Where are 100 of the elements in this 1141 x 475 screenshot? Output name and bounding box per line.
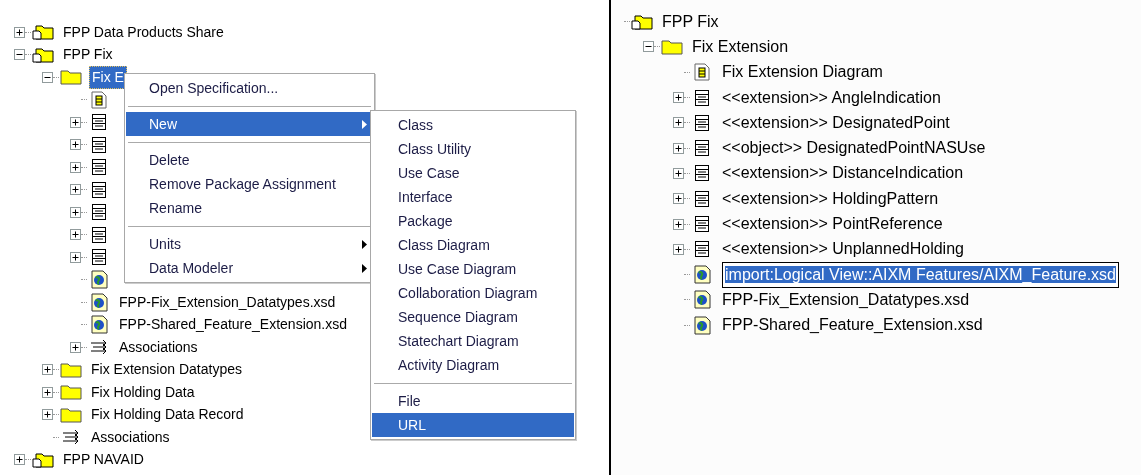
rename-field[interactable]: import:Logical View::AIXM Features/AIXM_Feature.xsd [722, 261, 1119, 288]
menu-item[interactable]: Units [126, 232, 373, 256]
expand-icon[interactable] [70, 341, 81, 353]
tree-item[interactable]: Fix Holding Data [89, 381, 197, 403]
class-icon [694, 88, 710, 107]
tree-item[interactable]: Fix Extension [690, 34, 791, 59]
menu-item[interactable]: Use Case Diagram [372, 257, 574, 281]
class-icon [91, 180, 107, 199]
globe-document-icon [90, 292, 108, 312]
tree-item[interactable]: <<extension>> PointReference [720, 212, 945, 236]
tree-item[interactable]: FPP-Fix_Extension_Datatypes.xsd [720, 287, 972, 312]
expand-icon[interactable] [70, 139, 81, 151]
arrows-icon [89, 339, 109, 356]
tree-item[interactable]: FPP Fix [660, 9, 721, 34]
folder-icon [661, 38, 683, 55]
package-folder-icon [32, 24, 54, 41]
expand-icon[interactable] [14, 454, 25, 466]
diagram-icon [91, 90, 107, 109]
expand-icon[interactable] [673, 243, 684, 255]
globe-document-icon [90, 315, 108, 335]
tree-item[interactable]: FPP-Fix_Extension_Datatypes.xsd [117, 291, 338, 313]
menu-item[interactable]: Statechart Diagram [372, 329, 574, 353]
menu-item[interactable]: Data Modeler [126, 256, 373, 280]
class-icon [694, 240, 710, 259]
tree-item[interactable]: FPP Fix [61, 44, 115, 66]
menu-item[interactable]: Activity Diagram [372, 353, 574, 377]
package-folder-icon [32, 451, 54, 468]
class-icon [694, 139, 710, 158]
folder-icon [60, 406, 82, 423]
expand-icon[interactable] [673, 193, 684, 205]
expand-icon[interactable] [673, 92, 684, 104]
globe-document-icon [90, 270, 108, 290]
expand-icon[interactable] [42, 409, 53, 421]
package-folder-icon [631, 13, 653, 30]
menu-item[interactable]: Use Case [372, 161, 574, 185]
class-icon [91, 225, 107, 244]
expand-icon[interactable] [70, 116, 81, 128]
expand-icon[interactable] [70, 251, 81, 263]
tree-item[interactable]: <<extension>> HoldingPattern [720, 186, 941, 211]
expand-icon[interactable] [673, 218, 684, 230]
expand-icon[interactable] [70, 206, 81, 218]
expand-icon[interactable] [70, 161, 81, 173]
menu-item[interactable]: Package [372, 209, 574, 233]
menu-item[interactable]: URL [372, 413, 574, 437]
tree-item[interactable]: FPP-Shared_Feature_Extension.xsd [117, 314, 349, 336]
globe-document-icon [693, 290, 711, 310]
arrows-icon [61, 429, 81, 446]
tree-item[interactable]: Fix E [89, 65, 127, 89]
class-icon [694, 189, 710, 208]
expand-icon[interactable] [70, 229, 81, 241]
menu-item[interactable]: Class [372, 113, 574, 137]
menu-item[interactable]: Rename [126, 196, 373, 220]
menu-item[interactable]: Remove Package Assignment [126, 172, 373, 196]
tree-item[interactable]: Associations [117, 336, 200, 358]
folder-icon [60, 384, 82, 401]
collapse-icon[interactable] [643, 41, 654, 53]
menu-item[interactable]: Sequence Diagram [372, 305, 574, 329]
class-icon [694, 215, 710, 233]
class-icon [694, 164, 710, 183]
class-icon [91, 113, 107, 132]
tree-item[interactable]: FPP-Shared_Feature_Extension.xsd [720, 313, 985, 338]
class-icon [91, 248, 107, 267]
expand-icon[interactable] [42, 386, 53, 398]
menu-item[interactable]: New [126, 112, 373, 136]
package-folder-icon [32, 46, 54, 63]
collapse-icon[interactable] [14, 49, 25, 61]
folder-icon [60, 361, 82, 378]
menu-item[interactable]: Class Diagram [372, 233, 574, 257]
menu-item[interactable]: Delete [126, 148, 373, 172]
menu-item[interactable]: Interface [372, 185, 574, 209]
expand-icon[interactable] [673, 167, 684, 179]
tree-item[interactable]: <<extension>> DesignatedPoint [720, 110, 952, 135]
folder-icon [60, 69, 82, 86]
expand-icon[interactable] [70, 184, 81, 196]
diagram-icon [694, 63, 710, 82]
expand-icon[interactable] [42, 364, 53, 376]
menu-item[interactable]: File [372, 389, 574, 413]
class-icon [91, 158, 107, 177]
tree-item[interactable]: <<extension>> AngleIndication [720, 85, 943, 110]
tree-item[interactable]: FPP NAVAID [61, 449, 146, 471]
tree-item[interactable]: FPP Data Products Share [61, 21, 226, 43]
expand-icon[interactable] [14, 26, 25, 38]
collapse-icon[interactable] [42, 71, 53, 83]
tree-item[interactable]: Fix Extension Diagram [720, 60, 885, 85]
tree-item[interactable]: <<extension>> UnplannedHolding [720, 237, 966, 262]
globe-document-icon [693, 315, 711, 335]
expand-icon[interactable] [673, 117, 684, 129]
class-icon [91, 203, 107, 222]
tree-item[interactable]: <<extension>> DistanceIndication [720, 161, 966, 186]
class-icon [694, 113, 710, 132]
menu-item[interactable]: Collaboration Diagram [372, 281, 574, 305]
tree-item[interactable]: Fix Holding Data Record [89, 404, 246, 426]
menu-item[interactable]: Open Specification... [126, 76, 373, 100]
menu-item[interactable]: Class Utility [372, 137, 574, 161]
tree-item[interactable]: Fix Extension Datatypes [89, 359, 244, 381]
class-icon [91, 135, 107, 154]
globe-document-icon [693, 265, 711, 285]
tree-item[interactable]: Associations [89, 426, 172, 448]
expand-icon[interactable] [673, 142, 684, 154]
tree-item[interactable]: <<object>> DesignatedPointNASUse [720, 136, 988, 161]
